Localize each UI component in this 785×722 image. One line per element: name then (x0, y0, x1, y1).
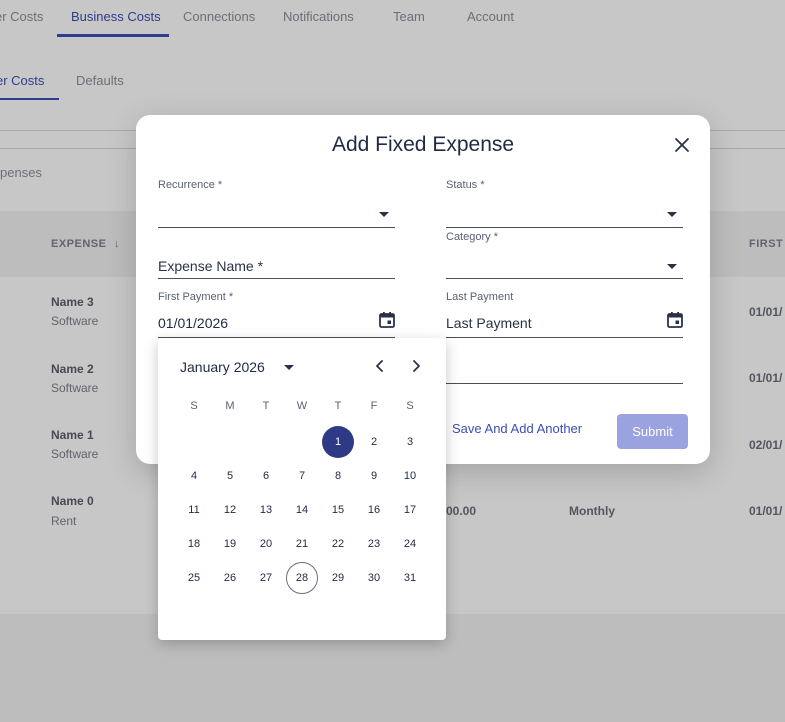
dropdown-arrow-icon (667, 212, 677, 217)
calendar-day[interactable]: 23 (358, 528, 390, 560)
dropdown-arrow-icon (667, 264, 677, 269)
first-payment-field[interactable]: First Payment * 01/01/2026 (158, 291, 395, 339)
category-label: Category * (446, 231, 498, 243)
weekday-label: T (262, 400, 270, 412)
calendar-day[interactable]: 20 (250, 528, 282, 560)
calendar-day[interactable]: 21 (286, 528, 318, 560)
dropdown-arrow-icon (379, 212, 389, 217)
expense-name-placeholder: Expense Name * (158, 258, 264, 274)
field-underline (158, 227, 395, 228)
calendar-day[interactable]: 4 (178, 460, 210, 492)
calendar-day[interactable]: 6 (250, 460, 282, 492)
field-underline (446, 383, 683, 384)
weekday-label: M (225, 400, 235, 412)
calendar-day[interactable]: 14 (286, 494, 318, 526)
field-underline (446, 227, 683, 228)
calendar-day[interactable]: 22 (322, 528, 354, 560)
field-underline (446, 278, 683, 279)
recurrence-select[interactable]: Recurrence * (158, 179, 395, 229)
calendar-day-selected[interactable]: 1 (322, 426, 354, 458)
calendar-day[interactable]: 15 (322, 494, 354, 526)
calendar-day[interactable]: 25 (178, 562, 210, 594)
date-picker: January 2026 SMTWTFS 1 2 3 4 5 6 7 8 9 10 11 12 13 14… (158, 338, 446, 640)
calendar-day[interactable]: 13 (250, 494, 282, 526)
calendar-day-today[interactable]: 28 (286, 562, 318, 594)
calendar-day[interactable]: 11 (178, 494, 210, 526)
weekday-label: F (370, 400, 378, 412)
calendar-day[interactable]: 26 (214, 562, 246, 594)
calendar-day[interactable]: 27 (250, 562, 282, 594)
expense-name-field[interactable]: Expense Name * (158, 255, 395, 281)
calendar-day[interactable]: 18 (178, 528, 210, 560)
first-payment-label: First Payment * (158, 291, 234, 303)
field-underline (158, 278, 395, 279)
weekday-label: T (334, 400, 342, 412)
weekday-label: W (296, 400, 308, 412)
calendar-icon[interactable] (378, 311, 396, 329)
calendar-day[interactable]: 8 (322, 460, 354, 492)
last-payment-placeholder: Last Payment (446, 315, 532, 331)
calendar-day[interactable]: 12 (214, 494, 246, 526)
month-dropdown-icon[interactable] (284, 365, 294, 370)
chevron-right-icon[interactable] (408, 358, 424, 374)
field-underline (446, 337, 683, 338)
calendar-day[interactable]: 29 (322, 562, 354, 594)
calendar-day[interactable]: 16 (358, 494, 390, 526)
recurrence-label: Recurrence * (158, 179, 223, 191)
calendar-day[interactable]: 19 (214, 528, 246, 560)
save-and-add-another-button[interactable]: Save And Add Another (452, 421, 582, 436)
calendar-day[interactable]: 10 (394, 460, 426, 492)
calendar-day[interactable]: 30 (358, 562, 390, 594)
last-payment-field[interactable]: Last Payment Last Payment (446, 291, 683, 339)
calendar-icon[interactable] (666, 311, 684, 329)
category-select[interactable]: Category * (446, 231, 683, 281)
status-label: Status * (446, 179, 485, 191)
close-icon (675, 138, 689, 152)
calendar-day[interactable]: 3 (394, 426, 426, 458)
calendar-day[interactable]: 5 (214, 460, 246, 492)
amount-field[interactable] (446, 355, 683, 385)
weekday-label: S (190, 400, 198, 412)
calendar-day[interactable]: 17 (394, 494, 426, 526)
calendar-day[interactable]: 7 (286, 460, 318, 492)
submit-button[interactable]: Submit (617, 414, 688, 449)
chevron-left-icon[interactable] (372, 358, 388, 374)
month-year-label[interactable]: January 2026 (180, 359, 265, 375)
calendar-day[interactable]: 24 (394, 528, 426, 560)
first-payment-value: 01/01/2026 (158, 315, 229, 331)
calendar-day[interactable]: 31 (394, 562, 426, 594)
close-button[interactable] (672, 135, 692, 155)
status-select[interactable]: Status * (446, 179, 683, 229)
weekday-label: S (406, 400, 414, 412)
dialog-title: Add Fixed Expense (331, 133, 515, 156)
calendar-day[interactable]: 9 (358, 460, 390, 492)
calendar-day[interactable]: 2 (358, 426, 390, 458)
last-payment-label: Last Payment (446, 291, 514, 303)
